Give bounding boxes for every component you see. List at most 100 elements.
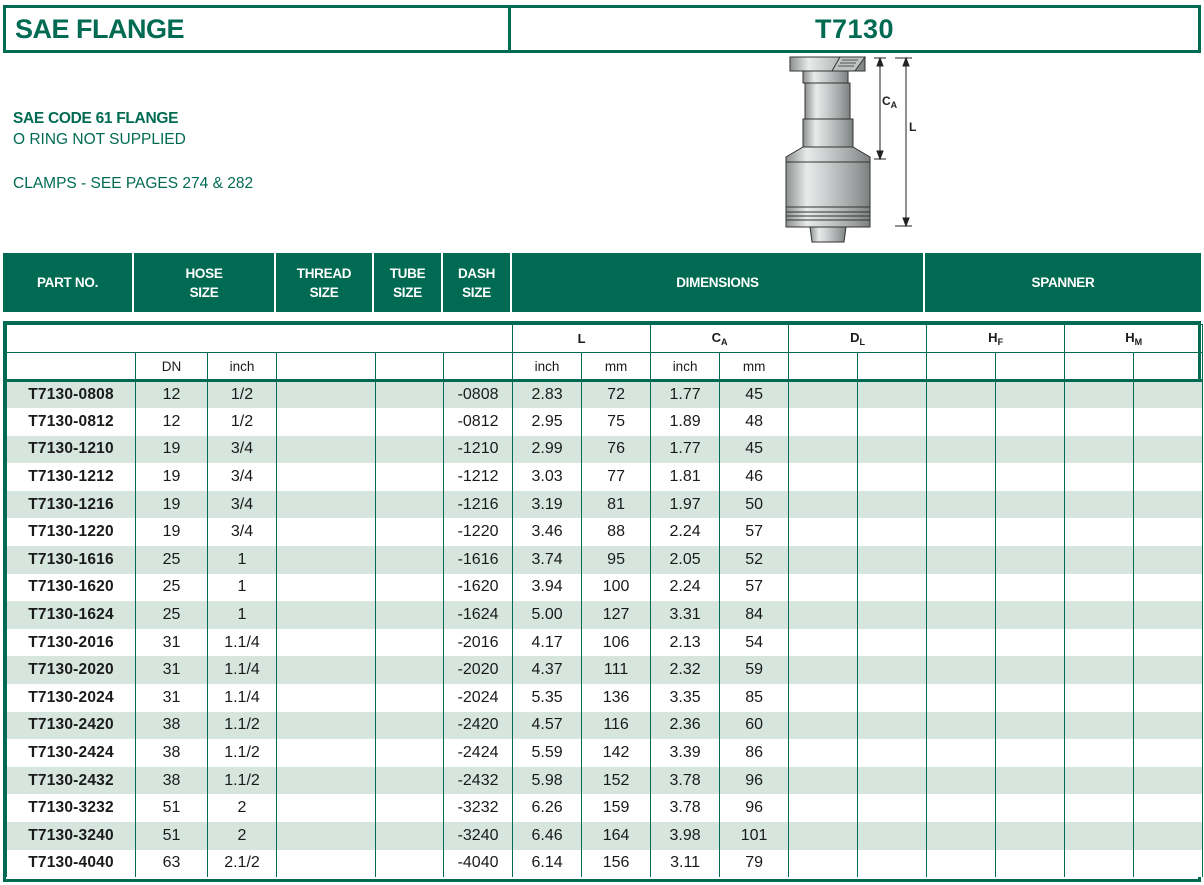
table-row: T7130-2020 31 1.1/4 -2020 4.37 111 2.32 59 — [6, 656, 1204, 685]
cell-ca-mm: 48 — [719, 408, 790, 436]
empty-cell — [857, 739, 928, 767]
empty-cell — [375, 546, 444, 574]
empty-cell — [1133, 794, 1204, 822]
empty-cell — [375, 518, 444, 547]
empty-cell — [375, 573, 444, 602]
part-number-cell: T7130-1212 — [6, 463, 136, 491]
cell-dn: 19 — [135, 490, 208, 519]
unit-dn: DN — [135, 352, 208, 382]
cell-dn: 51 — [135, 794, 208, 822]
empty-cell — [857, 849, 928, 878]
cell-ca-in: 3.78 — [650, 766, 721, 795]
empty-cell — [276, 711, 376, 740]
empty-cell — [1133, 435, 1204, 464]
empty-cell — [1064, 711, 1135, 740]
empty-cell — [1064, 849, 1135, 878]
table-row: T7130-4040 63 2.1/2 -4040 6.14 156 3.11 79 — [6, 849, 1204, 878]
cell-l-mm: 95 — [581, 546, 652, 574]
part-number-cell: T7130-1220 — [6, 518, 136, 547]
empty-cell — [995, 849, 1066, 878]
cell-ca-mm: 84 — [719, 601, 790, 629]
cell-dash: -3240 — [442, 822, 514, 850]
parts-table: L CA DL HF HM DN inch inch mm inch mm T7… — [3, 321, 1204, 882]
empty-cell — [857, 766, 928, 795]
cell-l-in: 5.35 — [512, 684, 583, 712]
empty-cell — [926, 739, 997, 767]
empty-cell — [276, 380, 376, 409]
empty-cell — [788, 656, 859, 685]
cell-inch: 3/4 — [207, 435, 277, 464]
fitting-diagram: CA L — [785, 56, 916, 243]
cell-l-in: 5.00 — [512, 601, 583, 629]
empty-cell — [788, 822, 859, 850]
empty-cell — [276, 628, 376, 657]
empty-cell — [1064, 766, 1135, 795]
cell-ca-in: 2.36 — [650, 711, 721, 740]
part-number-cell: T7130-1624 — [6, 601, 136, 629]
empty-cell — [276, 684, 376, 712]
table-row: T7130-1620 25 1 -1620 3.94 100 2.24 57 — [6, 573, 1204, 602]
empty-cell — [1133, 739, 1204, 767]
empty-cell — [995, 656, 1066, 685]
cell-l-in: 4.37 — [512, 656, 583, 685]
empty-cell — [1133, 849, 1204, 878]
empty-cell — [995, 518, 1066, 547]
empty-cell — [1064, 656, 1135, 685]
empty-cell — [995, 601, 1066, 629]
empty-cell — [1064, 546, 1135, 574]
cell-ca-mm: 45 — [719, 380, 790, 409]
cell-l-mm: 159 — [581, 794, 652, 822]
empty-cell — [995, 739, 1066, 767]
empty-cell — [995, 490, 1066, 519]
empty-cell — [995, 408, 1066, 436]
cell-inch: 2 — [207, 794, 277, 822]
unit-ca-inch: inch — [650, 352, 721, 382]
title-bar: SAE FLANGE T7130 — [3, 5, 1201, 53]
empty-cell — [1133, 711, 1204, 740]
empty-cell — [1064, 463, 1135, 491]
empty-cell — [1064, 794, 1135, 822]
empty-cell — [995, 573, 1066, 602]
cell-l-in: 3.46 — [512, 518, 583, 547]
cell-l-mm: 156 — [581, 849, 652, 878]
empty-cell — [788, 518, 859, 547]
cell-ca-mm: 54 — [719, 628, 790, 657]
empty-cell — [276, 766, 376, 795]
empty-cell — [276, 408, 376, 436]
empty-cell — [375, 601, 444, 629]
cell-inch: 1.1/2 — [207, 766, 277, 795]
unit-row: DN inch inch mm inch mm — [6, 352, 1204, 382]
empty-cell — [276, 435, 376, 464]
empty-cell — [1133, 822, 1204, 850]
cell-ca-mm: 50 — [719, 490, 790, 519]
cell-inch: 1.1/4 — [207, 656, 277, 685]
cell-l-mm: 152 — [581, 766, 652, 795]
cell-dash: -2016 — [442, 628, 514, 657]
cell-dn: 25 — [135, 601, 208, 629]
cell-ca-in: 2.24 — [650, 518, 721, 547]
cell-l-mm: 88 — [581, 518, 652, 547]
empty-cell — [375, 490, 444, 519]
empty-cell — [857, 435, 928, 464]
header-part-no: PART NO. — [3, 253, 134, 312]
empty-cell — [1133, 573, 1204, 602]
header-tube-size: TUBE SIZE — [374, 253, 443, 312]
cell-inch: 1/2 — [207, 408, 277, 436]
empty-cell — [995, 435, 1066, 464]
empty-cell — [788, 463, 859, 491]
table-row: T7130-1210 19 3/4 -1210 2.99 76 1.77 45 — [6, 435, 1204, 464]
cell-dash: -0812 — [442, 408, 514, 436]
empty-cell — [276, 794, 376, 822]
empty-cell — [857, 628, 928, 657]
cell-dn: 25 — [135, 573, 208, 602]
cell-dn: 19 — [135, 435, 208, 464]
empty-cell — [375, 739, 444, 767]
group-ca: CA — [650, 324, 790, 353]
empty-cell — [788, 849, 859, 878]
cell-ca-mm: 59 — [719, 656, 790, 685]
blank-group-cell — [5, 324, 514, 353]
empty-cell — [788, 711, 859, 740]
table-row: T7130-2424 38 1.1/2 -2424 5.59 142 3.39 86 — [6, 739, 1204, 767]
empty-cell — [1064, 684, 1135, 712]
flange-code-text: SAE CODE 61 FLANGE — [13, 110, 179, 127]
